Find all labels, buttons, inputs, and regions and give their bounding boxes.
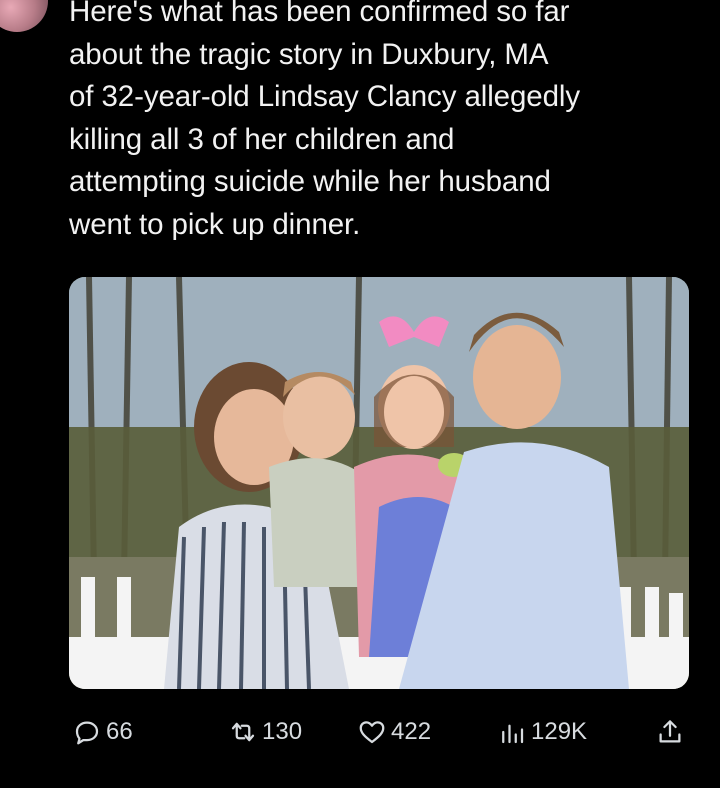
tweet-actions: 66 130 422 129K bbox=[0, 712, 720, 752]
reply-icon bbox=[72, 717, 102, 747]
views-count: 129K bbox=[531, 718, 588, 745]
share-button[interactable] bbox=[655, 712, 685, 752]
views-chart-icon bbox=[497, 717, 527, 747]
reply-count: 66 bbox=[106, 718, 133, 745]
share-icon bbox=[655, 717, 685, 747]
retweet-icon bbox=[228, 717, 258, 747]
tweet: Here's what has been confirmed so far ab… bbox=[0, 0, 720, 788]
tweet-photo[interactable] bbox=[69, 277, 689, 689]
tweet-text: Here's what has been confirmed so far ab… bbox=[69, 0, 580, 241]
retweet-count: 130 bbox=[262, 718, 303, 745]
like-count: 422 bbox=[391, 718, 432, 745]
like-button[interactable]: 422 bbox=[357, 712, 431, 752]
heart-icon bbox=[357, 717, 387, 747]
reply-button[interactable]: 66 bbox=[72, 712, 133, 752]
views-button[interactable]: 129K bbox=[497, 712, 587, 752]
family-photo-image bbox=[69, 277, 689, 689]
retweet-button[interactable]: 130 bbox=[228, 712, 302, 752]
avatar[interactable] bbox=[0, 0, 48, 32]
